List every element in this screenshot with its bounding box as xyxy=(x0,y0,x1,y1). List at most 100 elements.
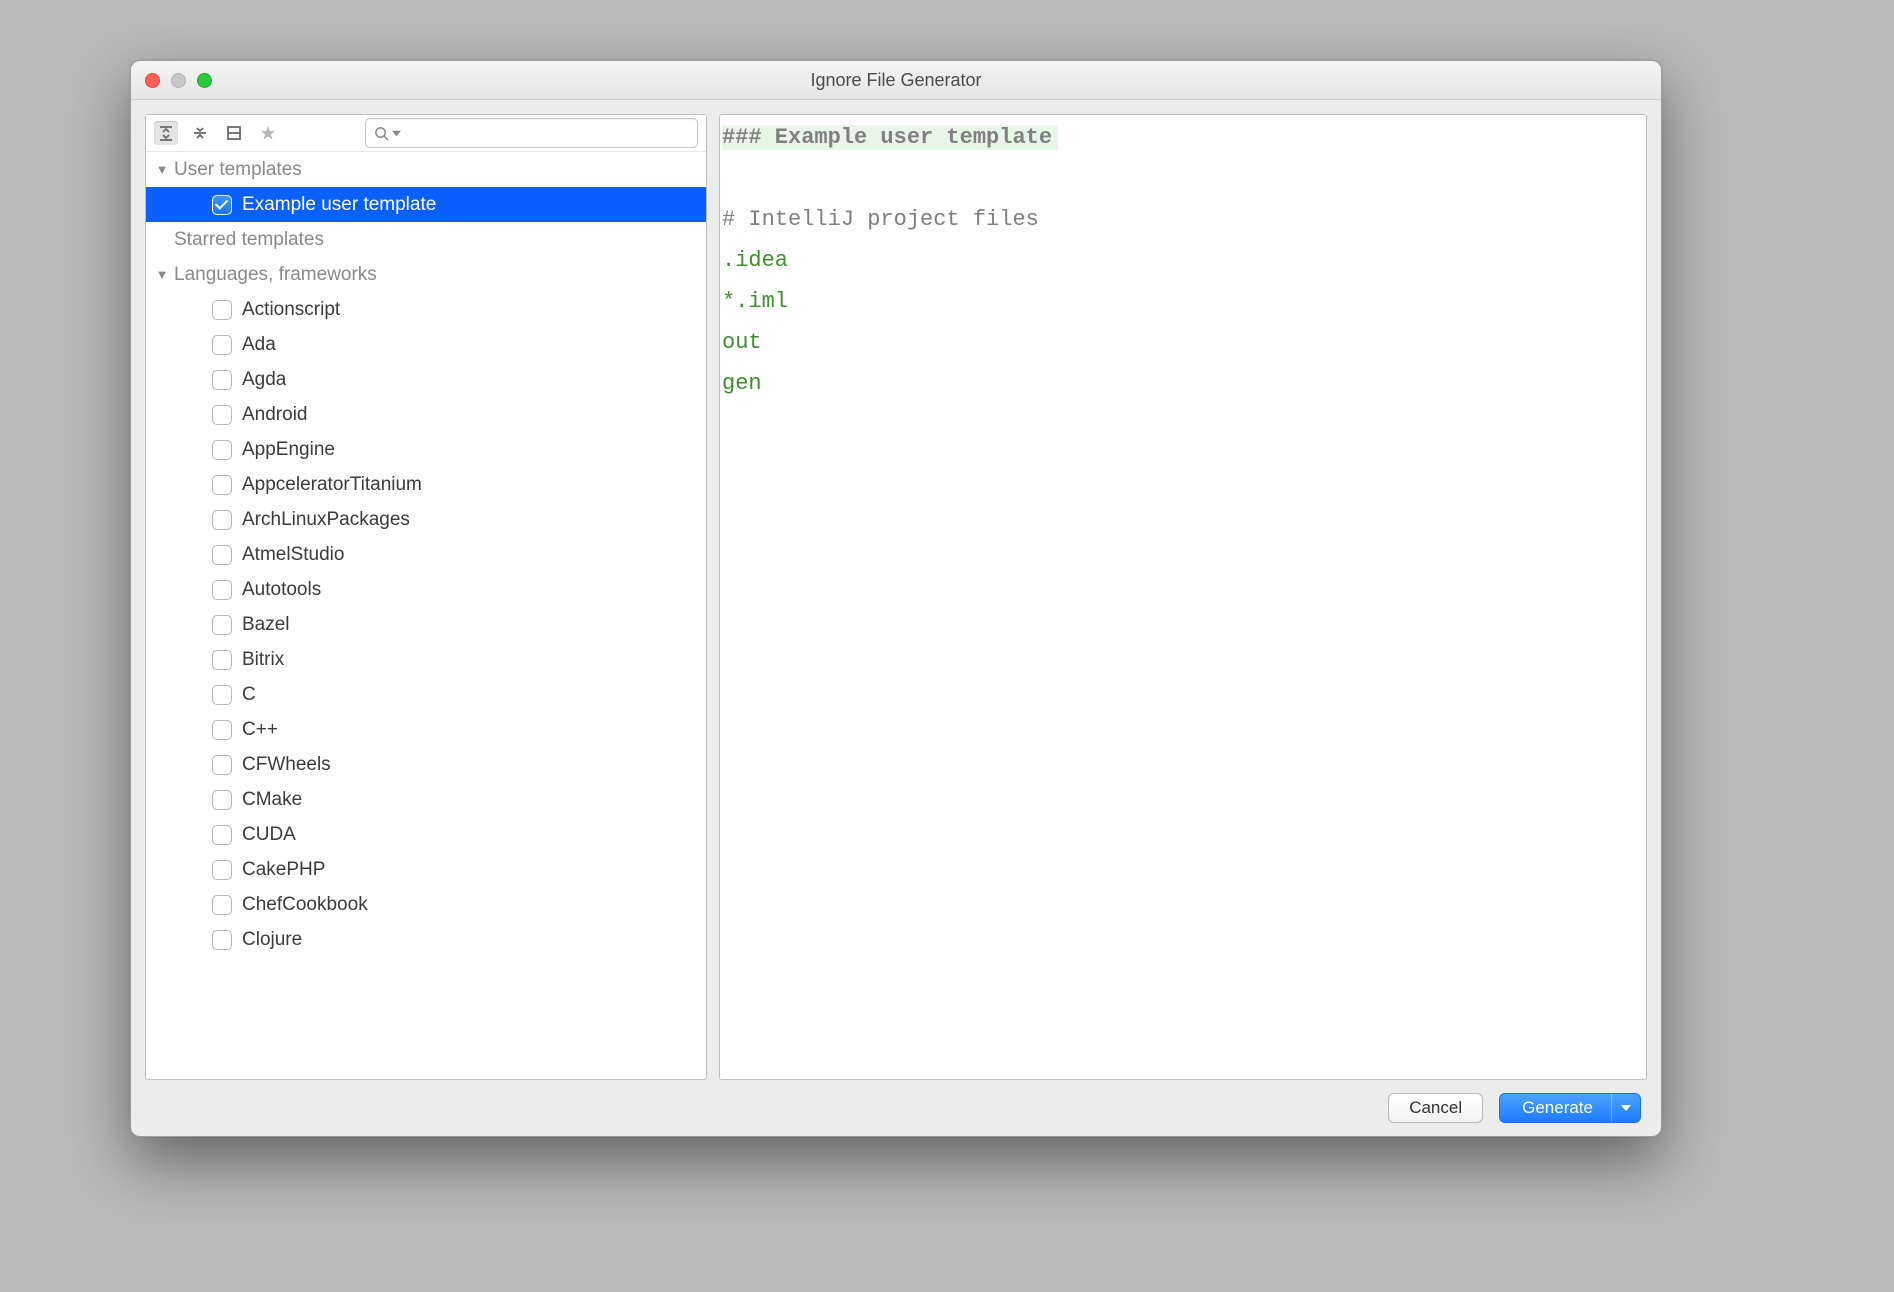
tree-group[interactable]: ▼ Languages, frameworks xyxy=(146,257,706,292)
tree-item-label: AppceleratorTitanium xyxy=(242,474,422,496)
disclosure-open-icon: ▼ xyxy=(154,267,170,282)
tree-item-checkbox[interactable] xyxy=(212,580,232,600)
code-line: gen xyxy=(722,363,1644,404)
tree-group-label: Languages, frameworks xyxy=(174,264,377,286)
tree-icon xyxy=(226,125,242,141)
tree-item-checkbox[interactable] xyxy=(212,930,232,950)
tree-item[interactable]: Agda xyxy=(146,362,706,397)
expand-all-icon xyxy=(158,125,174,141)
code-line: ### Example user template xyxy=(722,117,1644,158)
code-line xyxy=(722,158,1644,199)
tree-item-checkbox[interactable] xyxy=(212,650,232,670)
search-input[interactable] xyxy=(407,123,689,143)
dialog-footer: Cancel Generate xyxy=(145,1080,1647,1136)
generate-button[interactable]: Generate xyxy=(1499,1093,1641,1123)
tree-item-checkbox[interactable] xyxy=(212,300,232,320)
code-blank xyxy=(722,166,735,191)
tree-item[interactable]: CFWheels xyxy=(146,747,706,782)
code-pattern: .idea xyxy=(722,248,788,273)
tree-item-checkbox[interactable] xyxy=(212,475,232,495)
tree-item-label: ChefCookbook xyxy=(242,894,368,916)
tree-item[interactable]: ArchLinuxPackages xyxy=(146,502,706,537)
templates-search[interactable] xyxy=(365,118,698,148)
tree-view-button[interactable] xyxy=(222,121,246,145)
tree-item-label: Example user template xyxy=(242,194,436,216)
tree-item-label: Android xyxy=(242,404,308,426)
tree-item-label: Actionscript xyxy=(242,299,340,321)
tree-item[interactable]: CUDA xyxy=(146,817,706,852)
tree-item-checkbox[interactable] xyxy=(212,825,232,845)
tree-item-checkbox[interactable] xyxy=(212,405,232,425)
tree-item[interactable]: C++ xyxy=(146,712,706,747)
tree-item-label: CFWheels xyxy=(242,754,331,776)
tree-group-label: User templates xyxy=(174,159,302,181)
tree-item-checkbox[interactable] xyxy=(212,615,232,635)
dialog-window: Ignore File Generator xyxy=(130,60,1662,1137)
tree-item-checkbox[interactable] xyxy=(212,860,232,880)
tree-item-checkbox[interactable] xyxy=(212,370,232,390)
templates-pane: ▼ User templates Example user template Star… xyxy=(145,114,707,1080)
tree-item[interactable]: CMake xyxy=(146,782,706,817)
tree-item-label: AppEngine xyxy=(242,439,335,461)
tree-group[interactable]: Starred templates xyxy=(146,222,706,257)
tree-item-label: Agda xyxy=(242,369,286,391)
tree-item-checkbox[interactable] xyxy=(212,545,232,565)
star-icon xyxy=(260,125,276,141)
tree-item[interactable]: Ada xyxy=(146,327,706,362)
disclosure-open-icon: ▼ xyxy=(154,162,170,177)
collapse-all-button[interactable] xyxy=(188,121,212,145)
tree-item-checkbox[interactable] xyxy=(212,335,232,355)
tree-item[interactable]: Bitrix xyxy=(146,642,706,677)
window-controls xyxy=(145,73,212,88)
star-filter-button[interactable] xyxy=(256,121,280,145)
tree-item-label: CakePHP xyxy=(242,859,325,881)
tree-item-label: C++ xyxy=(242,719,278,741)
generate-button-label: Generate xyxy=(1522,1098,1611,1118)
tree-item[interactable]: ChefCookbook xyxy=(146,887,706,922)
tree-item[interactable]: Autotools xyxy=(146,572,706,607)
dialog-content: ▼ User templates Example user template Star… xyxy=(131,100,1661,1136)
code-line: .idea xyxy=(722,240,1644,281)
tree-item-checkbox[interactable] xyxy=(212,195,232,215)
tree-item[interactable]: AppceleratorTitanium xyxy=(146,467,706,502)
tree-item-label: AtmelStudio xyxy=(242,544,344,566)
window-zoom-button[interactable] xyxy=(197,73,212,88)
tree-group-label: Starred templates xyxy=(174,229,324,251)
tree-item-label: CMake xyxy=(242,789,302,811)
tree-item-label: Bazel xyxy=(242,614,290,636)
search-icon xyxy=(374,126,389,141)
tree-item[interactable]: AtmelStudio xyxy=(146,537,706,572)
expand-all-button[interactable] xyxy=(154,121,178,145)
preview-pane: ### Example user template # IntelliJ pro… xyxy=(719,114,1647,1080)
tree-item[interactable]: CakePHP xyxy=(146,852,706,887)
tree-item[interactable]: Actionscript xyxy=(146,292,706,327)
title-bar: Ignore File Generator xyxy=(131,61,1661,100)
templates-toolbar xyxy=(146,115,706,152)
tree-item[interactable]: C xyxy=(146,677,706,712)
chevron-down-icon xyxy=(392,129,401,138)
tree-item-checkbox[interactable] xyxy=(212,790,232,810)
tree-item[interactable]: Bazel xyxy=(146,607,706,642)
tree-item-checkbox[interactable] xyxy=(212,720,232,740)
tree-item-label: C xyxy=(242,684,256,706)
window-close-button[interactable] xyxy=(145,73,160,88)
tree-item[interactable]: Clojure xyxy=(146,922,706,957)
templates-tree[interactable]: ▼ User templates Example user template Star… xyxy=(146,152,706,1079)
tree-item-checkbox[interactable] xyxy=(212,510,232,530)
tree-item-checkbox[interactable] xyxy=(212,685,232,705)
tree-item-checkbox[interactable] xyxy=(212,755,232,775)
tree-item-label: ArchLinuxPackages xyxy=(242,509,410,531)
tree-item[interactable]: Android xyxy=(146,397,706,432)
cancel-button[interactable]: Cancel xyxy=(1388,1093,1483,1123)
generate-dropdown[interactable] xyxy=(1612,1102,1640,1114)
code-comment: # IntelliJ project files xyxy=(722,207,1039,232)
code-header: ### Example user template xyxy=(722,125,1058,150)
code-pattern: gen xyxy=(722,371,762,396)
tree-item[interactable]: AppEngine xyxy=(146,432,706,467)
window-minimize-button[interactable] xyxy=(171,73,186,88)
tree-item[interactable]: Example user template xyxy=(146,187,706,222)
tree-group[interactable]: ▼ User templates xyxy=(146,152,706,187)
tree-item-checkbox[interactable] xyxy=(212,440,232,460)
tree-item-checkbox[interactable] xyxy=(212,895,232,915)
code-line: out xyxy=(722,322,1644,363)
